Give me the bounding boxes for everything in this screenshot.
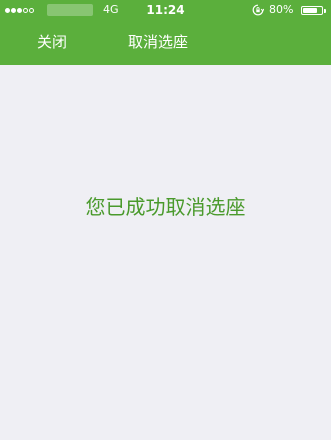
battery-icon (301, 6, 323, 15)
rotation-lock-icon (252, 4, 264, 16)
success-message: 您已成功取消选座 (85, 195, 246, 219)
battery-level-fill (303, 8, 318, 13)
navigation-bar: 关闭 取消选座 (0, 20, 331, 65)
battery-tip (324, 9, 326, 13)
close-button[interactable]: 关闭 (37, 32, 67, 52)
top-bar: 4G 11:24 80% 关闭 取消选座 (0, 0, 331, 65)
page-title: 取消选座 (128, 33, 189, 51)
battery-percent: 80% (269, 3, 294, 16)
status-bar: 4G 11:24 80% (0, 0, 331, 20)
